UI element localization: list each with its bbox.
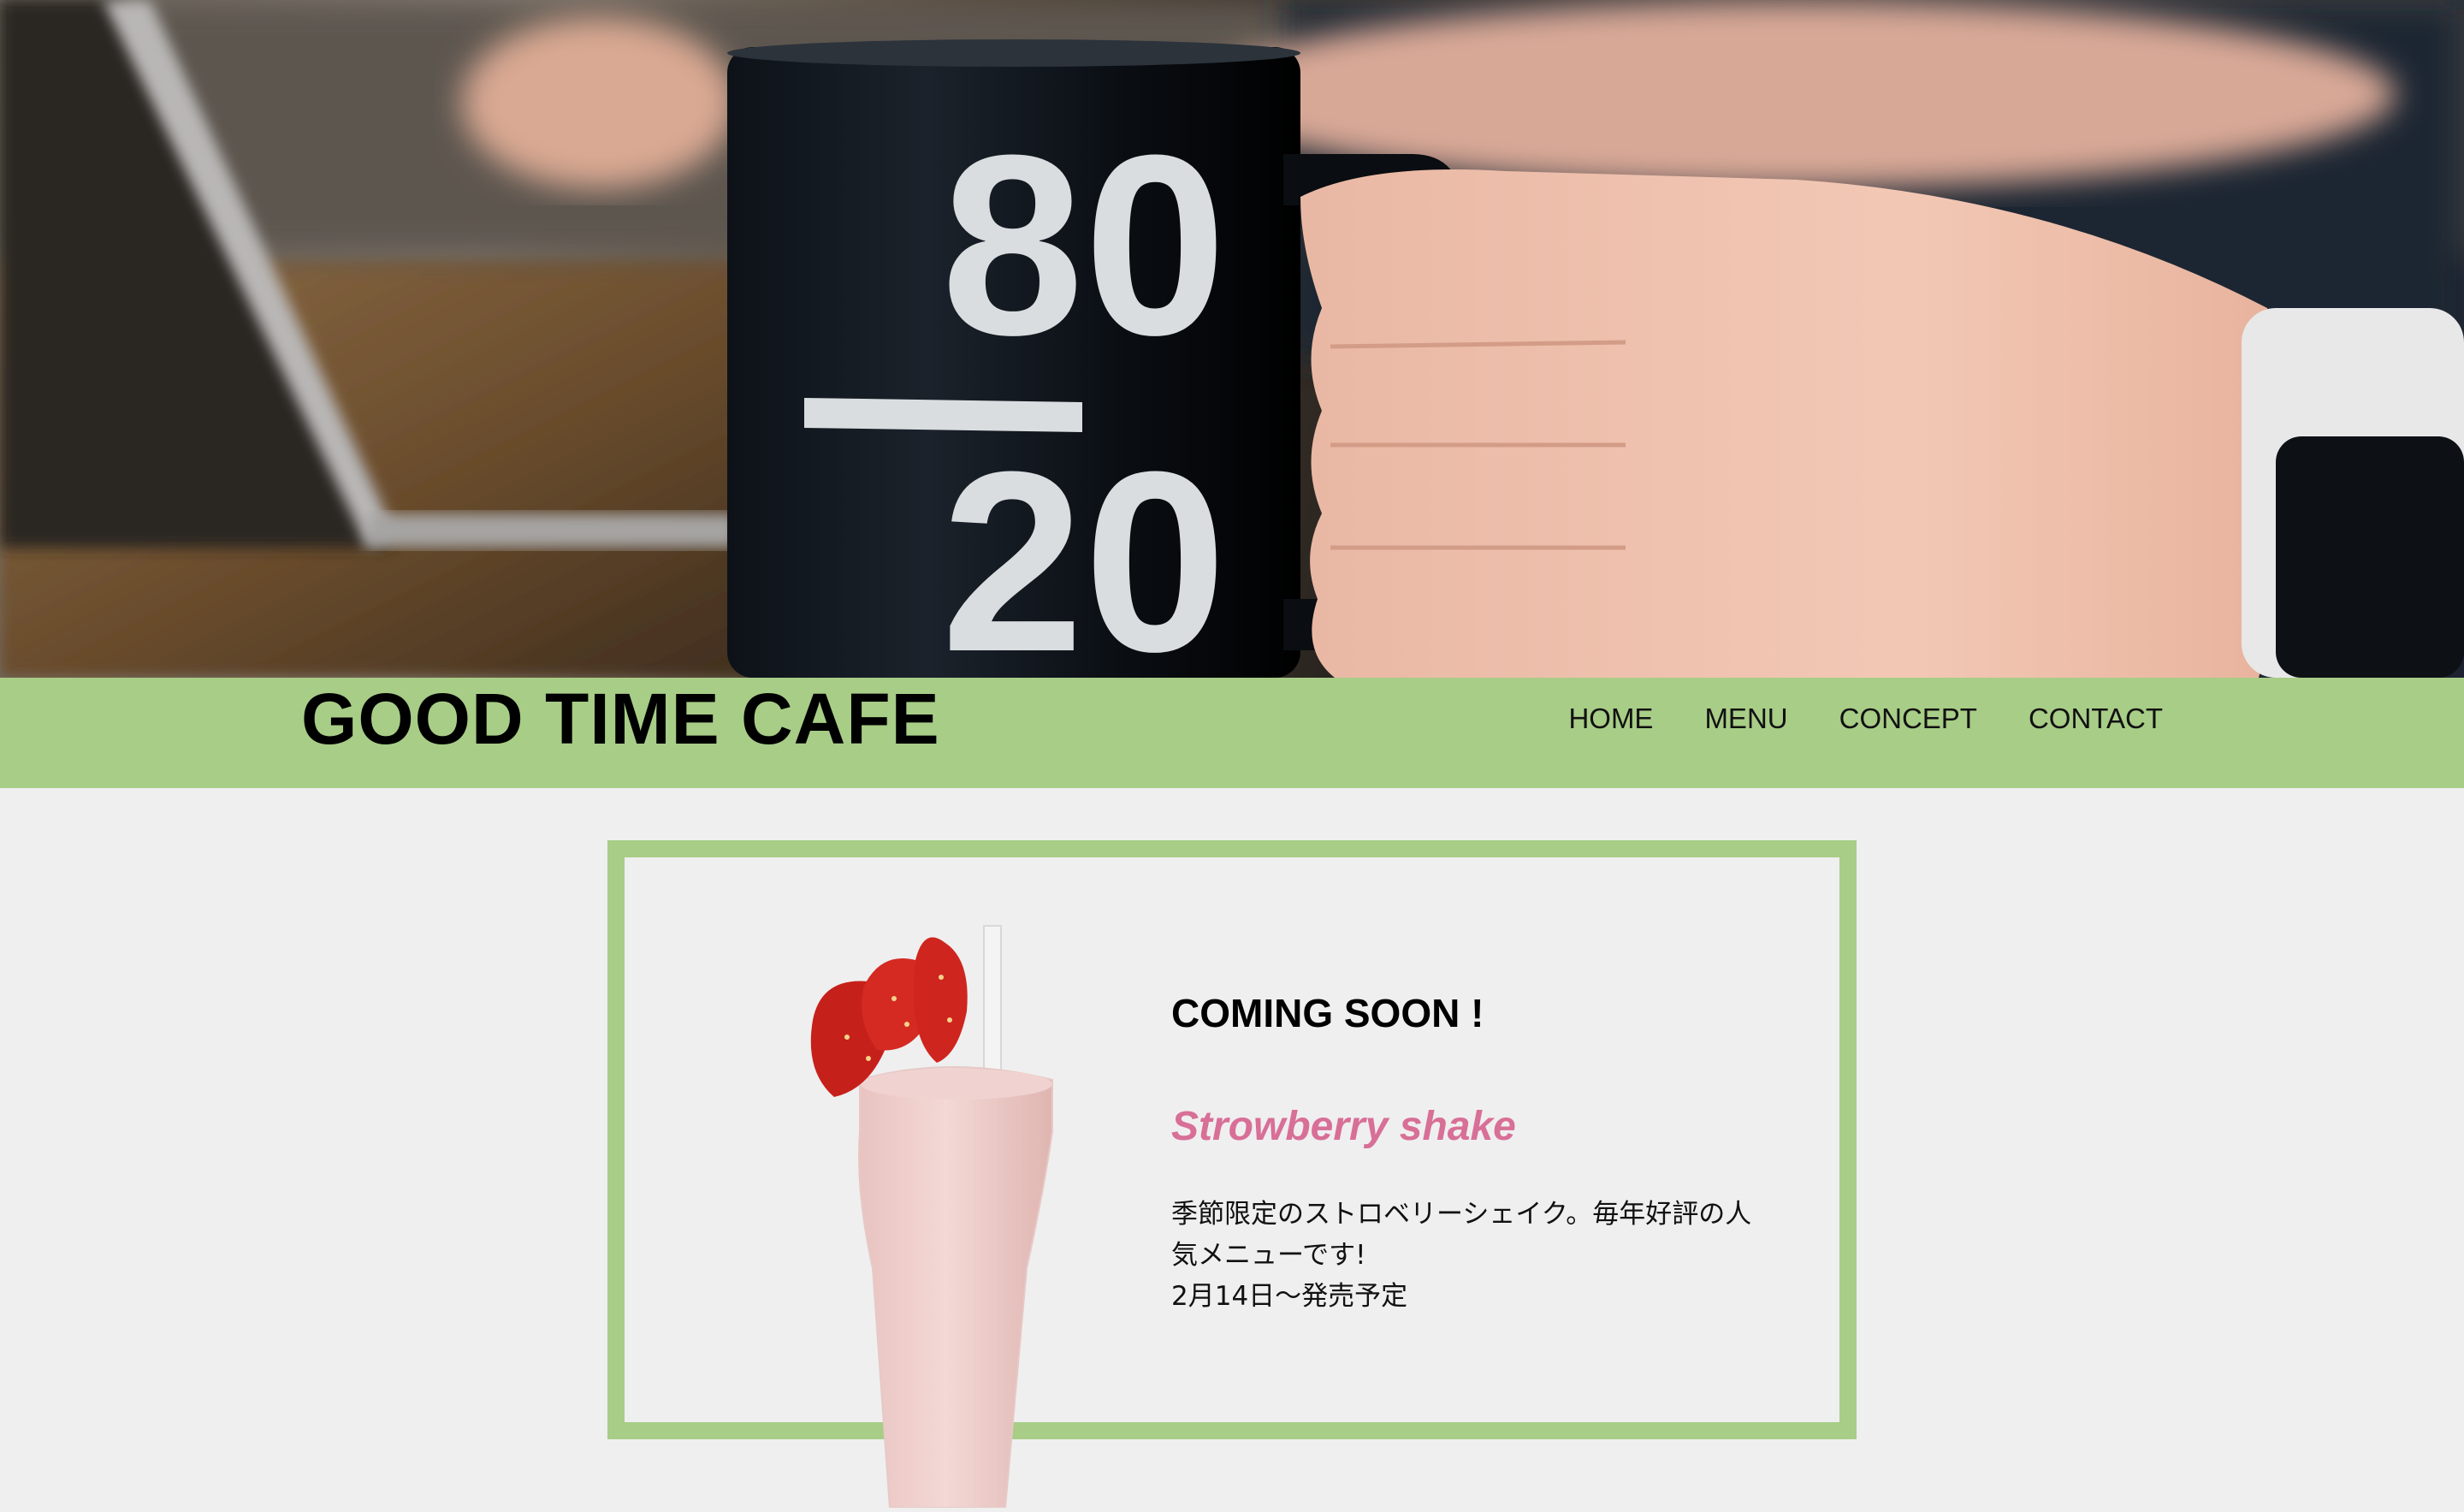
site-header: GOOD TIME CAFE HOME MENU CONCEPT CONTACT: [0, 678, 2464, 788]
card-text: COMING SOON ! Strowberry shake 季節限定のストロベ…: [1171, 990, 1787, 1317]
main-nav: HOME MENU CONCEPT CONTACT: [1568, 702, 2163, 736]
site-title[interactable]: GOOD TIME CAFE: [301, 679, 940, 758]
nav-contact[interactable]: CONTACT: [2029, 702, 2163, 736]
coming-soon-card: COMING SOON ! Strowberry shake 季節限定のストロベ…: [607, 840, 1857, 1509]
product-name: Strowberry shake: [1171, 1104, 1516, 1149]
product-description: 季節限定のストロベリーシェイク。毎年好評の人 気メニューです! 2月14日〜発売…: [1171, 1199, 1752, 1312]
nav-menu[interactable]: MENU: [1704, 702, 1787, 736]
coming-soon-heading: COMING SOON !: [1171, 991, 1484, 1035]
nav-concept[interactable]: CONCEPT: [1839, 702, 1977, 736]
hero-photo: 80 20: [0, 0, 2464, 678]
mug-text-bottom: 20: [941, 418, 1227, 678]
hero-image: 80 20: [0, 0, 2464, 678]
nav-home[interactable]: HOME: [1568, 702, 1653, 736]
mug-text-top: 80: [941, 101, 1227, 388]
shake-illustration: [810, 925, 1053, 1509]
strawberry-shake-image: [796, 909, 1104, 1512]
